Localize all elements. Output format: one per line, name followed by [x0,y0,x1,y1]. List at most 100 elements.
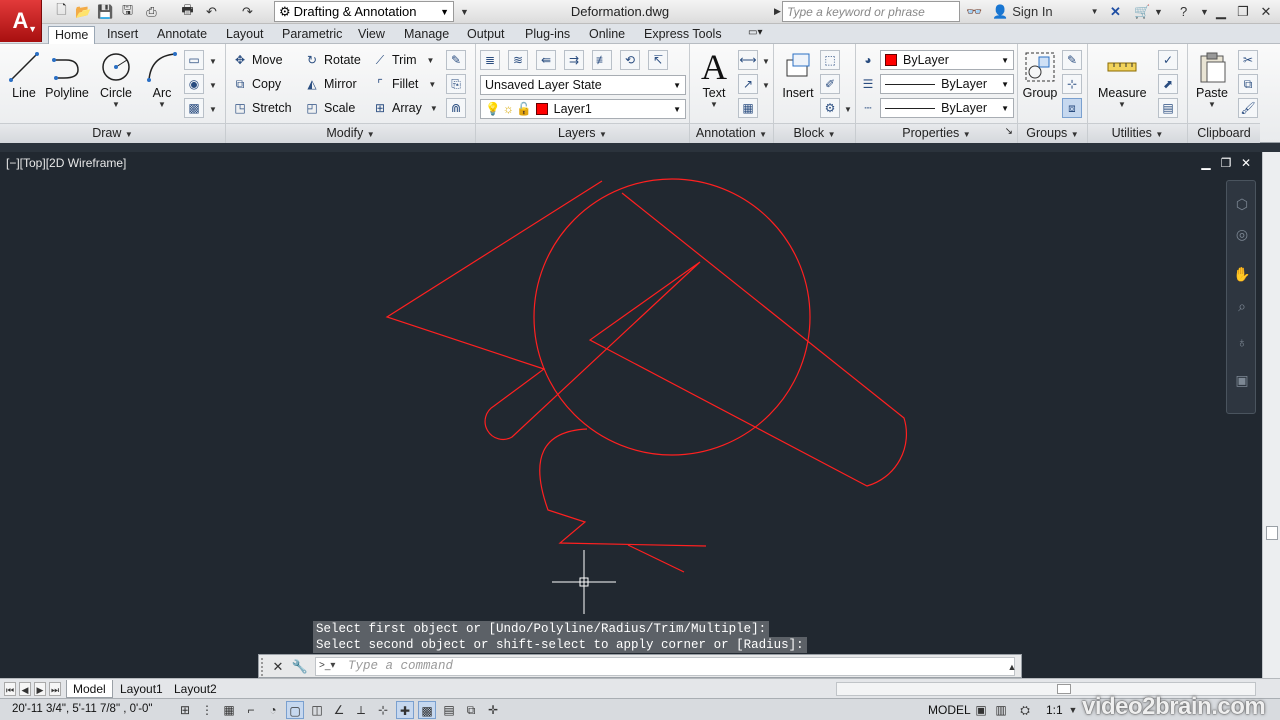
array-button[interactable]: ⊞ Array ▼ [372,97,438,119]
layer-unisolate-icon[interactable]: ≢ [592,50,612,70]
draw-panel-title[interactable]: Draw ▼ [0,123,225,143]
close-icon[interactable]: ✕ [1255,3,1277,20]
ungroup-icon[interactable]: ✎ [1062,50,1082,70]
layer-off-icon[interactable]: ↸ [648,50,668,70]
lineweight-icon[interactable]: ☰ [860,76,876,92]
tab-layout1[interactable]: Layout1 [114,680,169,698]
transparency-icon[interactable]: ▩ [418,701,436,719]
exchange-icon[interactable]: ✕ [1110,2,1121,21]
qat-menu-icon[interactable]: ▼ [455,2,474,21]
print-icon[interactable]: 🖶 [178,2,197,21]
layer-state-select[interactable]: Unsaved Layer State ▼ [480,75,686,95]
tab-home[interactable]: Home [48,26,96,44]
dynamic-input-icon[interactable]: ⊹ [374,701,392,719]
dimension-icon[interactable]: ⟷ [738,50,758,70]
tab-layout2[interactable]: Layout2 [168,680,223,698]
infer-constraints-icon[interactable]: ⊞ [176,701,194,719]
text-button[interactable]: A Text ▼ [692,47,736,109]
paste-button[interactable]: Paste ▼ [1190,48,1234,109]
color-select[interactable]: ByLayer ▼ [880,50,1014,70]
tab-online[interactable]: Online [583,26,631,44]
sign-in-button[interactable]: 👤 Sign In ▼ [992,2,1099,21]
layer-freeze-icon[interactable]: ⟲ [620,50,640,70]
layer-match-icon[interactable]: ≋ [508,50,528,70]
save-icon[interactable]: 💾 [96,2,115,21]
close-icon[interactable]: ✕ [269,658,287,676]
layer-previous-icon[interactable]: ⇚ [536,50,556,70]
mirror-button[interactable]: ◭ Mirror [304,73,356,95]
ribbon-toggle-icon[interactable]: ▭▾ [742,26,768,44]
previous-layout-icon[interactable]: ◀ [19,682,31,696]
linetype-select[interactable]: ByLayer ▼ [880,98,1014,118]
orbit-icon[interactable]: ♁ [1233,333,1251,351]
open-polyline[interactable] [539,428,707,573]
cart-icon[interactable]: 🛒 [1134,2,1150,21]
polyline-button[interactable]: Polyline [44,48,90,100]
tab-output[interactable]: Output [461,26,511,44]
chevron-down-icon[interactable]: ▼ [844,105,852,114]
plot-icon[interactable]: ⎙ [142,2,161,21]
erase-icon[interactable]: ✎ [446,50,466,70]
arc-button[interactable]: Arc ▼ [140,48,184,109]
ellipse-icon[interactable]: ◉ [184,74,204,94]
quick-properties-icon[interactable]: ▤ [440,701,458,719]
chevron-down-icon[interactable]: ▼ [762,81,770,90]
snap-mode-icon[interactable]: ⋮ [198,701,216,719]
layer-properties-icon[interactable]: ≣ [480,50,500,70]
group-edit-icon[interactable]: ⊹ [1062,74,1082,94]
fillet-button[interactable]: ⌜ Fillet ▼ [372,73,436,95]
color-wheel-icon[interactable]: ◕ [860,52,876,68]
vertical-scroll-thumb[interactable] [1266,526,1278,540]
wrench-icon[interactable]: 🔧 [291,658,309,676]
minimize-icon[interactable]: ▁ [1210,3,1232,20]
trim-button[interactable]: ⟋ Trim ▼ [372,49,435,71]
clipboard-panel-title[interactable]: Clipboard [1188,123,1260,143]
leader-icon[interactable]: ↗ [738,74,758,94]
groups-panel-title[interactable]: Groups ▼ [1018,123,1087,143]
3d-object-snap-icon[interactable]: ◫ [308,701,326,719]
tab-view[interactable]: View [352,26,391,44]
group-button[interactable]: Group [1018,48,1062,100]
redo-icon[interactable]: ↷ [238,2,257,21]
polar-tracking-icon[interactable]: ◔ [264,701,282,719]
scale-button[interactable]: ◰ Scale [304,97,355,119]
current-layer-select[interactable]: 💡 ☼ 🔓 Layer1 ▼ [480,99,686,119]
show-lineweight-icon[interactable]: ✚ [396,701,414,719]
block-panel-title[interactable]: Block ▼ [774,123,855,143]
red-circle[interactable] [533,178,811,456]
steering-wheel-icon[interactable]: ◎ [1233,225,1251,243]
tab-insert[interactable]: Insert [101,26,144,44]
dialog-launcher-icon[interactable]: ↘ [1005,126,1013,137]
grid-display-icon[interactable]: ▦ [220,701,238,719]
linetype-icon[interactable]: ┄ [860,100,876,116]
offset-icon[interactable]: ⋒ [446,98,466,118]
viewport-close-icon[interactable]: ✕ [1238,156,1254,170]
layer-isolate-icon[interactable]: ⇉ [564,50,584,70]
calculator-icon[interactable]: ▤ [1158,98,1178,118]
chevron-down-icon[interactable]: ▼ [762,57,770,66]
circle-button[interactable]: Circle ▼ [94,48,138,109]
quick-view-drawings-icon[interactable]: ▥ [992,701,1010,719]
annotation-scale-value[interactable]: 1:1 [1046,703,1063,717]
next-layout-icon[interactable]: ▶ [34,682,46,696]
select-all-icon[interactable]: ⬈ [1158,74,1178,94]
annotation-scale-icon[interactable]: ⛭ [1016,701,1034,719]
model-space[interactable] [0,152,1262,678]
table-icon[interactable]: ▦ [738,98,758,118]
viewport-restore-icon[interactable]: ❐ [1218,156,1234,170]
save-as-icon[interactable]: 🖫 [118,2,137,21]
tab-layout[interactable]: Layout [220,26,270,44]
drag-grip-icon[interactable] [261,658,267,676]
edit-block-icon[interactable]: ✐ [820,74,840,94]
viewport-minimize-icon[interactable]: ▁ [1198,156,1214,170]
chevron-down-icon[interactable]: ▼ [209,105,217,114]
cut-icon[interactable]: ✂ [1238,50,1258,70]
allow-ucs-icon[interactable]: ⟂ [352,701,370,719]
tab-parametric[interactable]: Parametric [276,26,348,44]
rectangle-icon[interactable]: ▭ [184,50,204,70]
search-input[interactable]: Type a keyword or phrase [782,1,960,22]
tab-plug-ins[interactable]: Plug-ins [519,26,576,44]
layers-panel-title[interactable]: Layers ▼ [476,123,689,143]
hatch-icon[interactable]: ▩ [184,98,204,118]
chevron-down-icon[interactable]: ▼ [209,81,217,90]
